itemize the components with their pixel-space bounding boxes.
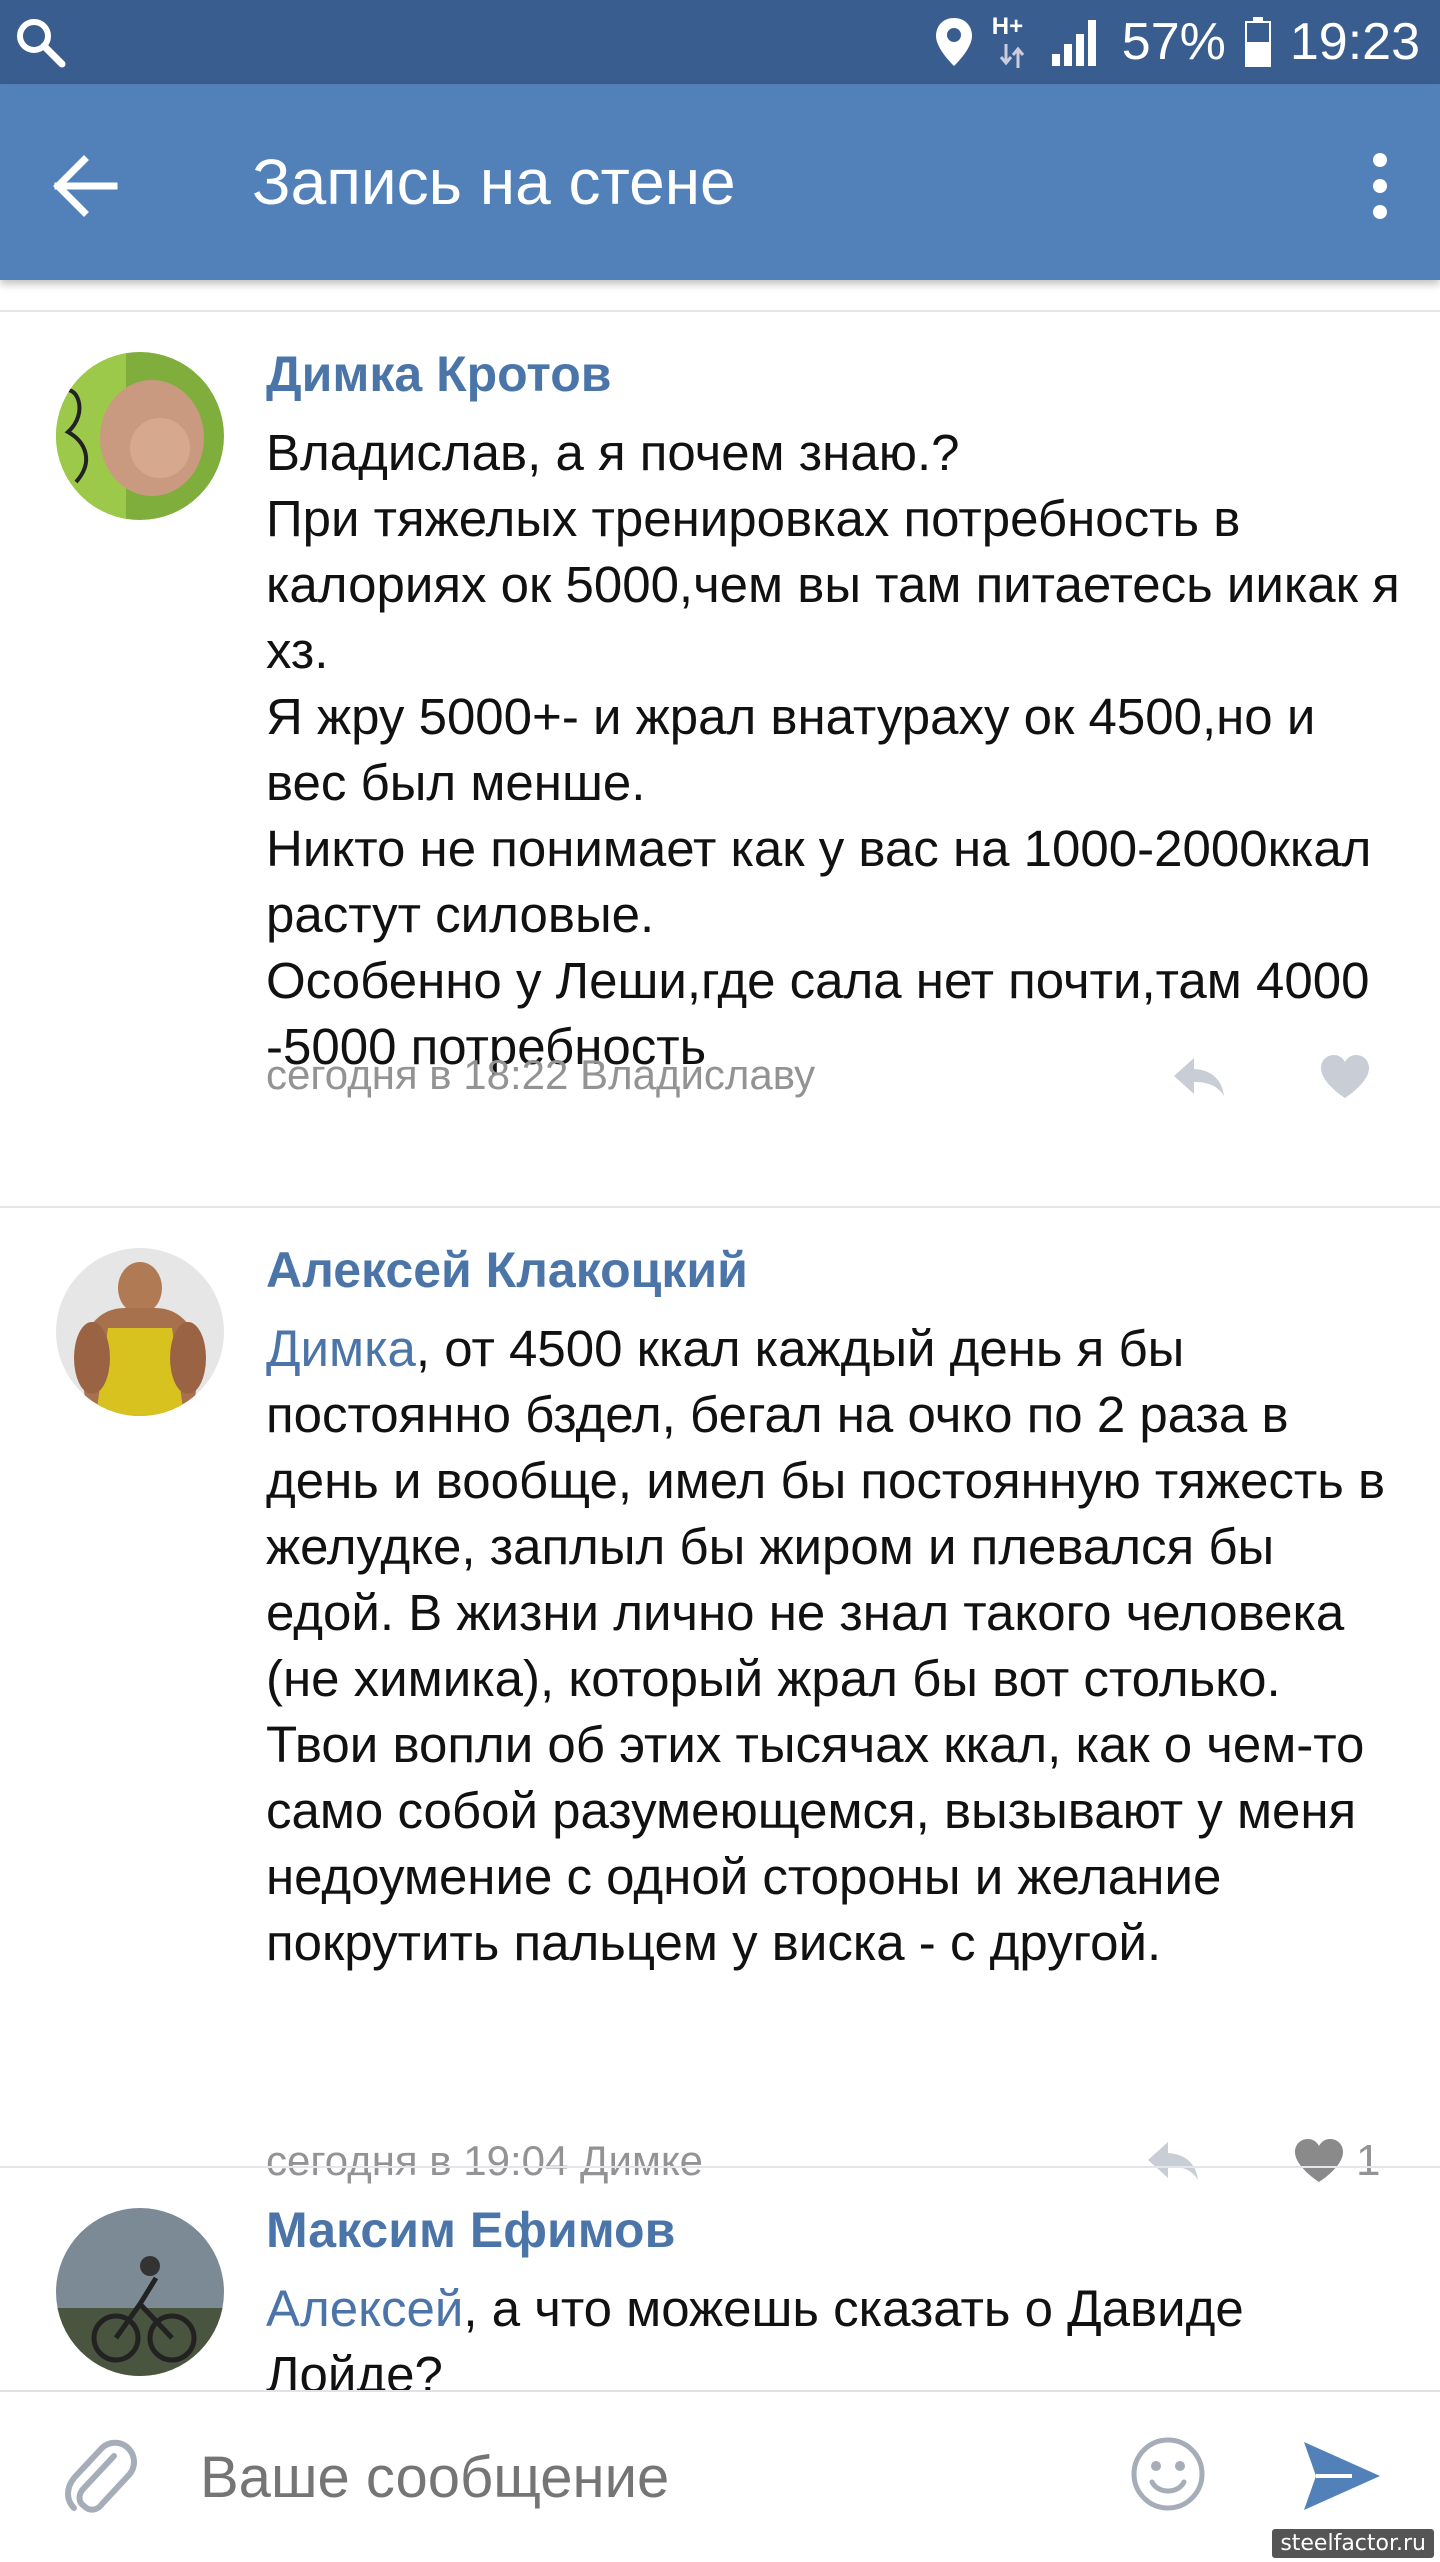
mention-link[interactable]: Димка bbox=[266, 1320, 416, 1377]
attach-icon[interactable] bbox=[62, 2436, 140, 2520]
search-icon bbox=[17, 19, 66, 68]
comment-text: Димка, от 4500 ккал каждый день я бы пос… bbox=[266, 1316, 1406, 1976]
comment-item: Димка Кротов Владислав, а я почем знаю.?… bbox=[0, 312, 1440, 1162]
comment-author[interactable]: Максим Ефимов bbox=[266, 2200, 675, 2260]
avatar[interactable] bbox=[56, 2208, 224, 2376]
app-toolbar: Запись на стене bbox=[0, 84, 1440, 280]
battery-icon bbox=[1244, 17, 1271, 67]
comments-feed[interactable]: Димка Кротов Владислав, а я почем знаю.?… bbox=[0, 280, 1440, 2390]
message-composer: steelfactor.ru bbox=[0, 2390, 1440, 2562]
comment-text-content: , от 4500 ккал каждый день я бы постоянн… bbox=[266, 1320, 1386, 1971]
comment-item: Максим Ефимов Алексей, а что можешь сказ… bbox=[0, 2168, 1440, 2390]
battery-percent: 57% bbox=[1121, 13, 1226, 71]
status-bar: H+ 57% 19:23 bbox=[0, 0, 1440, 84]
comment-author[interactable]: Димка Кротов bbox=[266, 344, 612, 404]
avatar[interactable] bbox=[56, 1248, 224, 1416]
page-title: Запись на стене bbox=[252, 146, 736, 218]
send-icon[interactable] bbox=[1300, 2436, 1384, 2516]
comment-text: Алексей, а что можешь сказать о Давиде Л… bbox=[266, 2276, 1406, 2390]
clock: 19:23 bbox=[1289, 13, 1420, 71]
reply-icon[interactable] bbox=[1168, 1052, 1228, 1102]
emoji-icon[interactable] bbox=[1128, 2434, 1208, 2514]
network-type: H+ bbox=[992, 12, 1032, 72]
mention-link[interactable]: Алексей bbox=[266, 2280, 463, 2337]
comment-meta: сегодня в 18:22 Владиславу bbox=[266, 1051, 816, 1098]
back-arrow-icon[interactable] bbox=[40, 142, 128, 230]
signal-icon bbox=[1051, 20, 1096, 66]
more-vert-icon[interactable] bbox=[1350, 142, 1410, 230]
message-input[interactable] bbox=[200, 2432, 1060, 2522]
comment-text: Владислав, а я почем знаю.? При тяжелых … bbox=[266, 424, 1400, 1075]
heart-icon[interactable] bbox=[1318, 1052, 1372, 1102]
comment-author[interactable]: Алексей Клакоцкий bbox=[266, 1240, 748, 1300]
location-icon bbox=[935, 18, 972, 66]
comment-item: Алексей Клакоцкий Димка, от 4500 ккал ка… bbox=[0, 1208, 1440, 2240]
watermark: steelfactor.ru bbox=[1272, 2529, 1434, 2558]
avatar[interactable] bbox=[56, 352, 224, 520]
